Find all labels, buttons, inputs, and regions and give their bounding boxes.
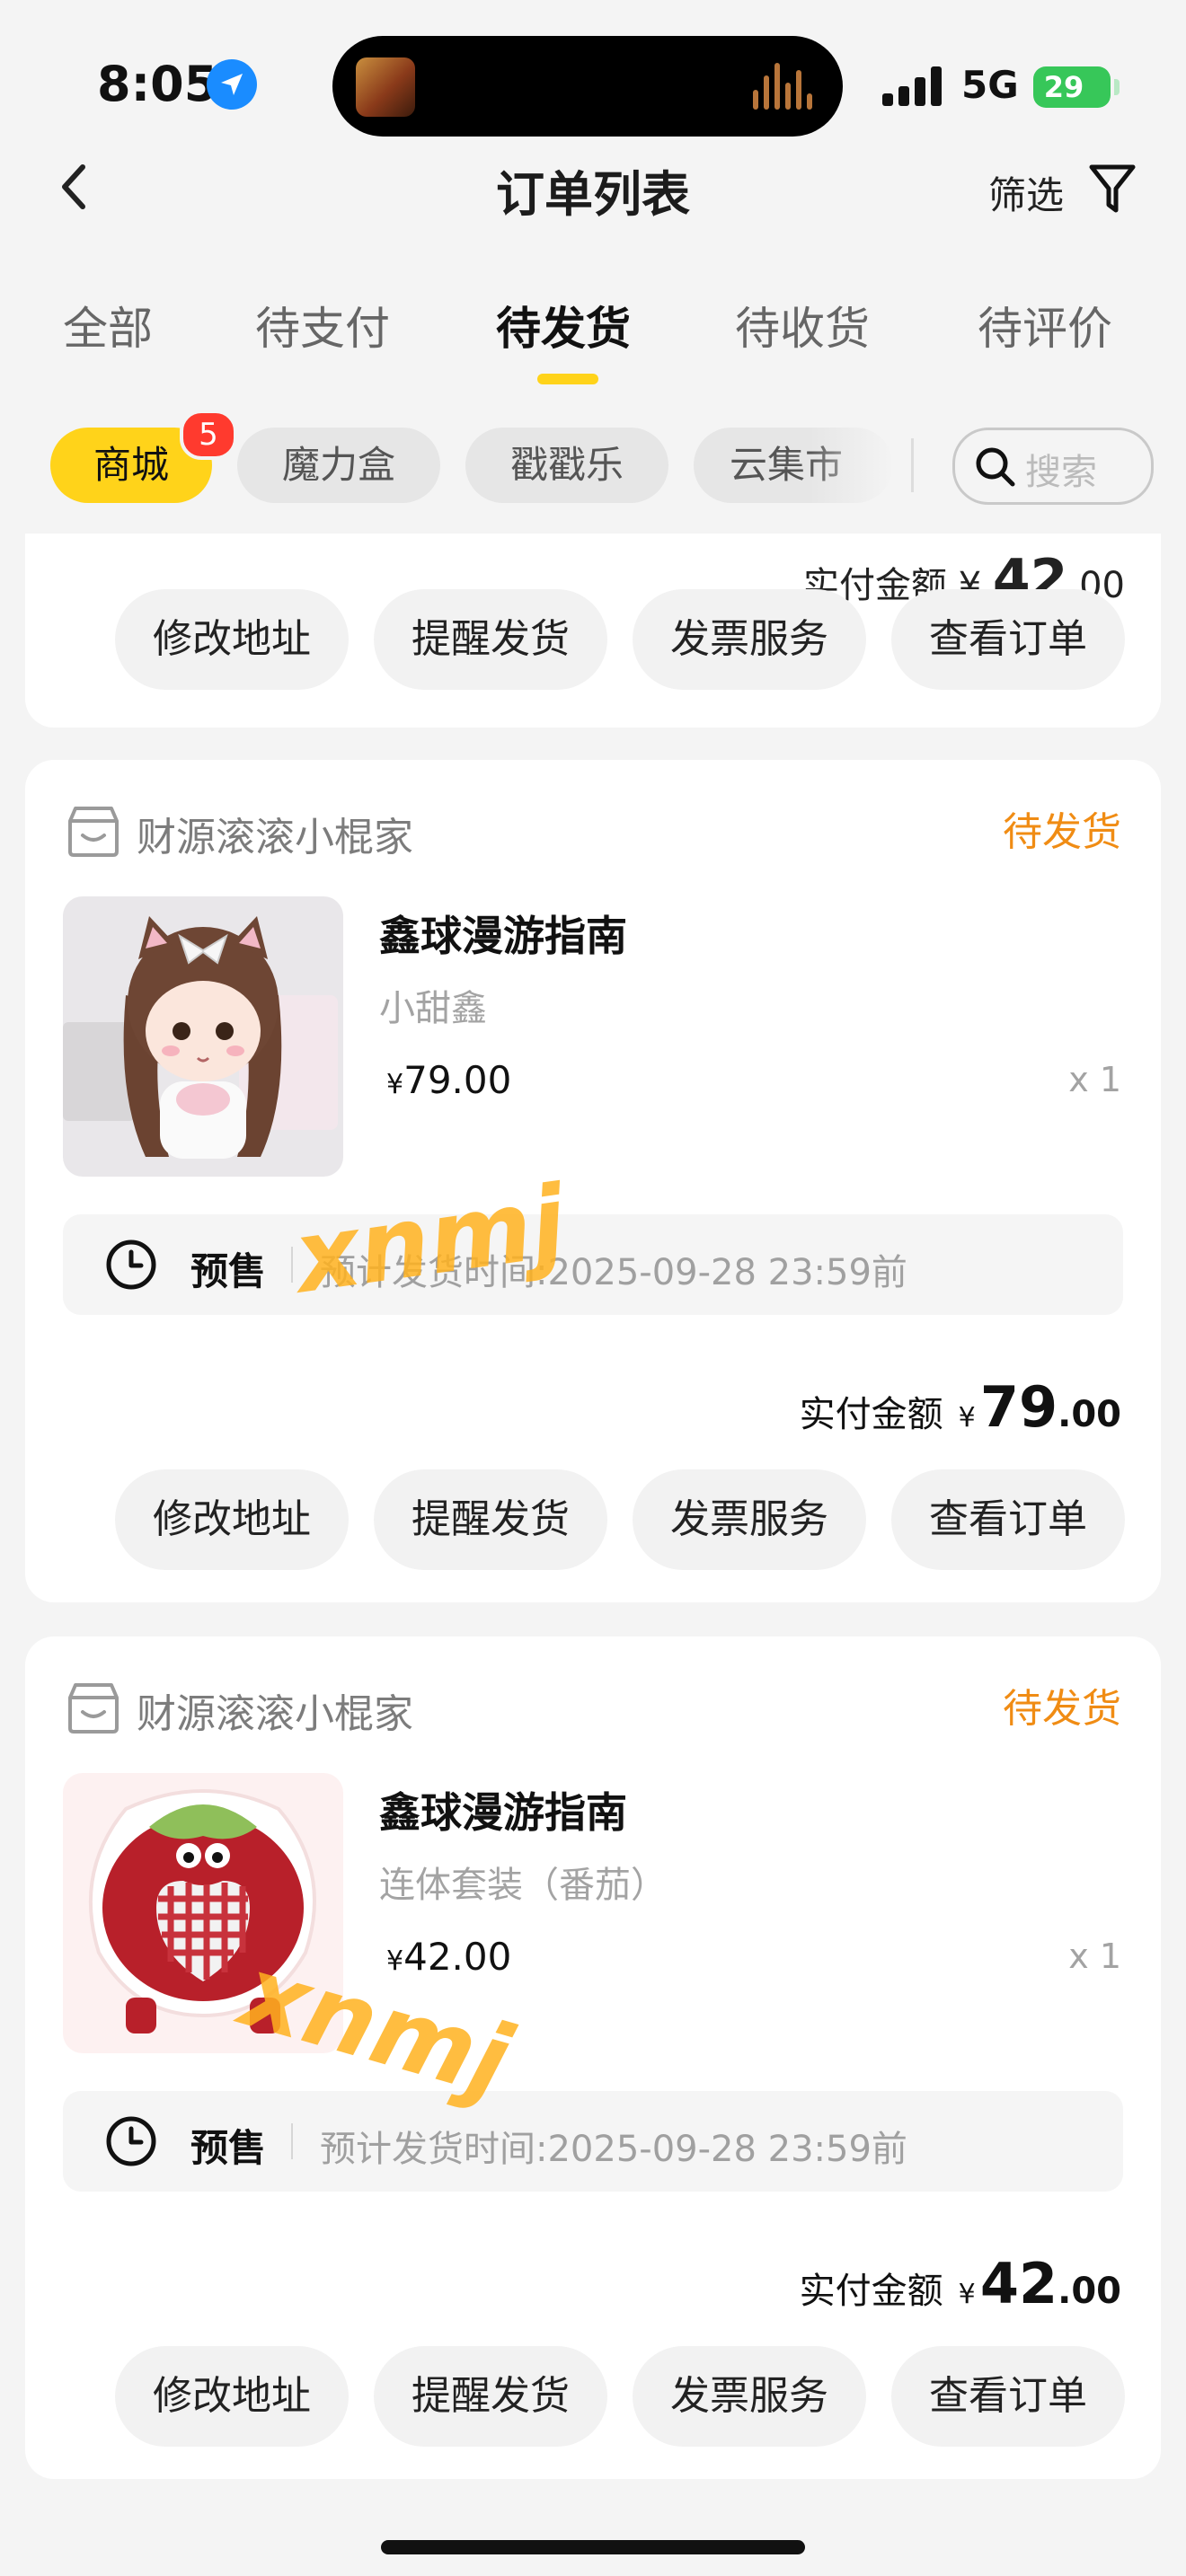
modify-address-button[interactable]: 修改地址 bbox=[115, 589, 349, 690]
view-order-button[interactable]: 查看订单 bbox=[891, 2346, 1125, 2447]
invoice-button[interactable]: 发票服务 bbox=[633, 2346, 866, 2447]
action-row: 修改地址 提醒发货 发票服务 查看订单 bbox=[25, 2346, 1161, 2447]
invoice-button[interactable]: 发票服务 bbox=[633, 589, 866, 690]
invoice-button[interactable]: 发票服务 bbox=[633, 1469, 866, 1570]
presale-label: 预售 bbox=[190, 2126, 267, 2170]
presale-ship-time: 预计发货时间:2025-09-28 23:59前 bbox=[320, 2129, 907, 2170]
chip-mall-badge: 5 bbox=[180, 410, 237, 460]
tab-all[interactable]: 全部 bbox=[63, 293, 153, 357]
presale-ship-time: 预计发货时间:2025-09-28 23:59前 bbox=[320, 1252, 907, 1293]
presale-info: 预售 预计发货时间:2025-09-28 23:59前 bbox=[63, 2091, 1123, 2192]
product-spec: 小甜鑫 bbox=[379, 988, 487, 1029]
clock-icon bbox=[106, 1239, 156, 1290]
home-indicator[interactable] bbox=[381, 2540, 805, 2554]
order-card[interactable]: 财源滚滚小棍家 待发货 鑫球漫游指南 连体套装（番茄） ¥42.00 x 1 预… bbox=[25, 1636, 1161, 2479]
shop-name[interactable]: 财源滚滚小棍家 bbox=[137, 1681, 413, 1739]
filter-label: 筛选 bbox=[988, 173, 1065, 217]
paid-amount-dec: .00 bbox=[1058, 2271, 1121, 2312]
active-tab-indicator bbox=[537, 374, 598, 384]
order-card-partial[interactable]: 实付金额 ¥ 42.00 修改地址 提醒发货 发票服务 查看订单 bbox=[25, 534, 1161, 728]
paid-amount-int: 79 bbox=[979, 1374, 1058, 1440]
tab-to-review[interactable]: 待评价 bbox=[978, 293, 1112, 357]
status-time: 8:05 bbox=[97, 56, 218, 112]
order-status: 待发货 bbox=[1003, 1686, 1121, 1732]
paid-amount-dec: .00 bbox=[1058, 1394, 1121, 1435]
paid-amount: 实付金额 ¥ 79.00 bbox=[800, 1374, 1121, 1440]
paid-amount-label: 实付金额 bbox=[799, 1394, 943, 1435]
tab-to-ship[interactable]: 待发货 bbox=[496, 293, 631, 357]
product-price: ¥79.00 bbox=[386, 1058, 511, 1102]
plush-doll-image bbox=[63, 896, 343, 1177]
remind-ship-button[interactable]: 提醒发货 bbox=[374, 589, 607, 690]
action-row: 修改地址 提醒发货 发票服务 查看订单 bbox=[25, 589, 1161, 690]
price-value: 79.00 bbox=[403, 1058, 512, 1102]
action-row: 修改地址 提醒发货 发票服务 查看订单 bbox=[25, 1469, 1161, 1570]
location-arrow-icon bbox=[207, 59, 257, 110]
modify-address-button[interactable]: 修改地址 bbox=[115, 2346, 349, 2447]
chip-scroll-fade bbox=[809, 422, 916, 508]
remind-ship-button[interactable]: 提醒发货 bbox=[374, 1469, 607, 1570]
chip-magic-box[interactable]: 魔力盒 bbox=[237, 428, 440, 503]
view-order-button[interactable]: 查看订单 bbox=[891, 589, 1125, 690]
chip-divider bbox=[911, 438, 914, 492]
paid-amount-int: 42 bbox=[979, 2251, 1058, 2316]
presale-info: 预售 预计发货时间:2025-09-28 23:59前 bbox=[63, 1214, 1123, 1315]
network-type: 5G bbox=[961, 63, 1019, 107]
battery-level: 29 bbox=[1043, 70, 1084, 104]
presale-label: 预售 bbox=[190, 1249, 267, 1293]
order-card[interactable]: 财源滚滚小棍家 待发货 鑫球漫游指南 小甜鑫 ¥79.00 x 1 预售 预计发… bbox=[25, 760, 1161, 1602]
filter-funnel-icon bbox=[1089, 164, 1136, 213]
battery-icon: 29 bbox=[1033, 66, 1111, 108]
shop-icon bbox=[68, 1683, 119, 1734]
product-image[interactable] bbox=[63, 896, 343, 1177]
view-order-button[interactable]: 查看订单 bbox=[891, 1469, 1125, 1570]
product-price: ¥42.00 bbox=[386, 1935, 511, 1979]
presale-divider bbox=[291, 1247, 293, 1283]
product-spec: 连体套装（番茄） bbox=[379, 1865, 667, 1906]
search-icon bbox=[976, 447, 1015, 487]
tab-to-receive[interactable]: 待收货 bbox=[735, 293, 870, 357]
paid-amount-yen: ¥ bbox=[958, 1402, 976, 1434]
remind-ship-button[interactable]: 提醒发货 bbox=[374, 2346, 607, 2447]
search-input[interactable]: 搜索 bbox=[1025, 443, 1097, 495]
modify-address-button[interactable]: 修改地址 bbox=[115, 1469, 349, 1570]
signal-strength-icon bbox=[882, 66, 945, 106]
shop-name[interactable]: 财源滚滚小棍家 bbox=[137, 805, 413, 862]
order-list[interactable]: 实付金额 ¥ 42.00 修改地址 提醒发货 发票服务 查看订单 财源滚滚小棍家… bbox=[0, 534, 1186, 2576]
product-title[interactable]: 鑫球漫游指南 bbox=[379, 904, 627, 963]
tab-to-pay[interactable]: 待支付 bbox=[255, 293, 390, 357]
filter-button[interactable]: 筛选 bbox=[988, 162, 1168, 217]
paid-amount: 实付金额 ¥ 42.00 bbox=[800, 2251, 1121, 2316]
presale-divider bbox=[291, 2123, 293, 2159]
clock-icon bbox=[106, 2116, 156, 2166]
paid-amount-label: 实付金额 bbox=[799, 2271, 943, 2312]
product-image[interactable] bbox=[63, 1773, 343, 2053]
battery-cap bbox=[1114, 79, 1120, 95]
order-status: 待发货 bbox=[1003, 809, 1121, 855]
price-yen: ¥ bbox=[386, 1945, 404, 1977]
product-title[interactable]: 鑫球漫游指南 bbox=[379, 1780, 627, 1839]
audio-wave-icon bbox=[753, 63, 816, 110]
price-yen: ¥ bbox=[386, 1069, 404, 1100]
search-field[interactable]: 搜索 bbox=[952, 428, 1154, 505]
paid-amount-yen: ¥ bbox=[958, 2279, 976, 2310]
product-quantity: x 1 bbox=[1068, 1060, 1121, 1099]
chip-poke-game[interactable]: 戳戳乐 bbox=[465, 428, 668, 503]
tomato-costume-image bbox=[63, 1773, 343, 2053]
shop-icon bbox=[68, 807, 119, 857]
now-playing-artwork bbox=[356, 57, 415, 117]
dynamic-island[interactable] bbox=[332, 36, 843, 137]
product-quantity: x 1 bbox=[1068, 1936, 1121, 1976]
price-value: 42.00 bbox=[403, 1935, 512, 1979]
